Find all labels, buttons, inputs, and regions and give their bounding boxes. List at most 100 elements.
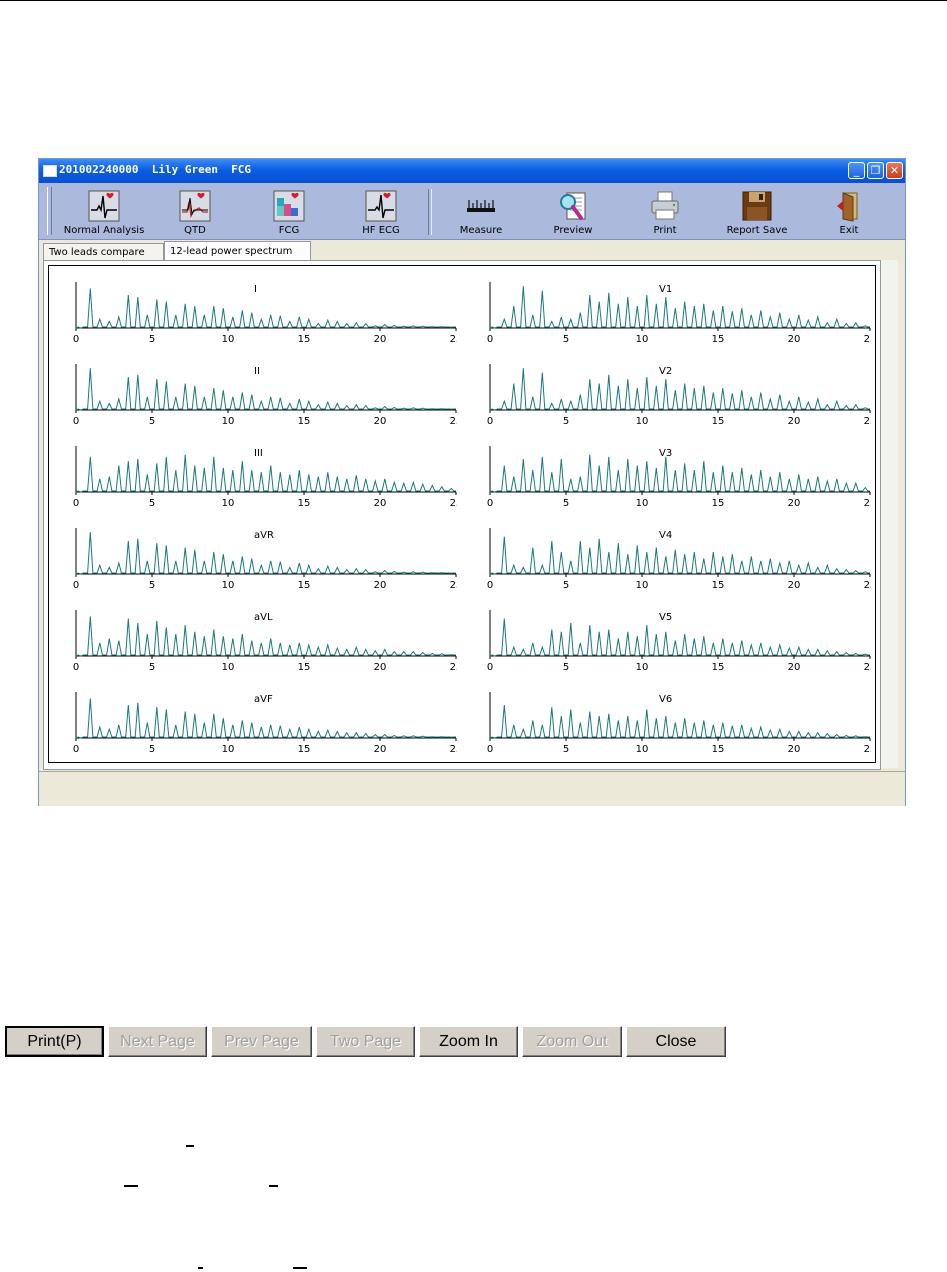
tool-label: QTD [184, 225, 206, 236]
lead-plot-avr: 0 5 10 15 20 25 aVR [59, 522, 457, 592]
vertical-scrollbar-track[interactable] [881, 260, 898, 768]
underline-mark [269, 1185, 278, 1187]
spectrum-panel: 0 5 10 15 20 25 I 0 5 10 15 20 25 V1 0 5 10 15 20 25 II 0 5 10 1… [43, 260, 881, 770]
x-tick-label: 0 [73, 416, 79, 427]
normal-analysis-button[interactable]: Normal Analysis [58, 187, 150, 239]
lead-name-label: V3 [659, 448, 673, 459]
x-tick-label: 25 [864, 334, 871, 345]
underline-mark [124, 1185, 138, 1187]
x-tick-label: 10 [636, 744, 649, 755]
title-bar[interactable]: 201002240000 Lily Green FCG _ ❐ ✕ [39, 159, 905, 183]
x-tick-label: 15 [298, 416, 311, 427]
lead-name-label: aVR [254, 530, 274, 541]
close-preview-button[interactable]: Close [626, 1026, 726, 1057]
print-p-button[interactable]: Print(P) [5, 1026, 104, 1057]
magnifier-document-icon [560, 192, 586, 220]
spectrum-line [489, 368, 870, 411]
lead-plot-v5: 0 5 10 15 20 25 V5 [473, 604, 871, 674]
x-tick-label: 15 [712, 580, 725, 591]
report-save-button[interactable]: Report Save [711, 187, 803, 239]
spectrum-line [489, 286, 870, 329]
x-tick-label: 5 [563, 416, 569, 427]
two-page-button[interactable]: Two Page [316, 1026, 415, 1057]
lead-plot-avf: 0 5 10 15 20 25 aVF [59, 686, 457, 756]
x-tick-label: 15 [298, 498, 311, 509]
lead-plot-v3: 0 5 10 15 20 25 V3 [473, 440, 871, 510]
x-tick-label: 5 [563, 662, 569, 673]
x-tick-label: 10 [222, 334, 235, 345]
x-tick-label: 10 [222, 580, 235, 591]
close-window-button[interactable]: ✕ [886, 162, 903, 179]
lead-plot-i: 0 5 10 15 20 25 I [59, 276, 457, 346]
fcg-button[interactable]: FCG [243, 187, 335, 239]
power-spectrum-chart: 0 5 10 15 20 25 I 0 5 10 15 20 25 V1 0 5 10 15 20 25 II 0 5 10 1… [48, 265, 876, 763]
x-tick-label: 0 [487, 662, 493, 673]
x-tick-label: 0 [487, 580, 493, 591]
tab-12-lead-power-spectrum[interactable]: 12-lead power spectrum [164, 241, 311, 261]
ecg-heart-icon [88, 190, 120, 222]
x-tick-label: 10 [636, 580, 649, 591]
lead-plot-v6: 0 5 10 15 20 25 V6 [473, 686, 871, 756]
x-tick-label: 0 [487, 744, 493, 755]
x-tick-label: 5 [563, 334, 569, 345]
preview-button[interactable]: Preview [527, 187, 619, 239]
x-tick-label: 25 [450, 744, 457, 755]
x-tick-label: 15 [712, 334, 725, 345]
print-button[interactable]: Print [619, 187, 711, 239]
x-tick-label: 20 [374, 744, 387, 755]
x-tick-label: 0 [73, 580, 79, 591]
qtd-button[interactable]: QTD [149, 187, 241, 239]
restore-button[interactable]: ❐ [867, 162, 884, 179]
lead-name-label: V6 [659, 694, 673, 705]
printer-icon [651, 191, 679, 220]
x-tick-label: 5 [149, 662, 155, 673]
zoom-out-button[interactable]: Zoom Out [522, 1026, 622, 1057]
page-top-rule [0, 0, 947, 1]
minimize-button[interactable]: _ [848, 162, 865, 179]
fcg-chart-icon [273, 190, 305, 222]
lead-name-label: aVL [254, 612, 273, 623]
x-tick-label: 10 [636, 662, 649, 673]
toolbar-separator [428, 189, 432, 235]
zoom-in-button[interactable]: Zoom In [419, 1026, 518, 1057]
lead-plot-v1: 0 5 10 15 20 25 V1 [473, 276, 871, 346]
lead-spectrum-svg: 0 5 10 15 20 25 [73, 282, 457, 345]
tab-two-leads-compare[interactable]: Two leads compare [43, 243, 164, 260]
next-page-button[interactable]: Next Page [108, 1026, 207, 1057]
measure-button[interactable]: Measure [435, 187, 527, 239]
underline-mark [186, 1145, 194, 1147]
x-tick-label: 15 [712, 498, 725, 509]
exit-button[interactable]: Exit [803, 187, 895, 239]
status-bar [39, 771, 905, 806]
x-tick-label: 20 [374, 334, 387, 345]
x-tick-label: 15 [712, 662, 725, 673]
spectrum-line [75, 368, 456, 411]
lead-name-label: V1 [659, 284, 673, 295]
x-tick-label: 20 [374, 416, 387, 427]
x-tick-label: 25 [450, 498, 457, 509]
hf-ecg-button[interactable]: HF ECG [335, 187, 427, 239]
x-tick-label: 25 [450, 416, 457, 427]
x-tick-label: 20 [788, 580, 801, 591]
x-tick-label: 10 [222, 416, 235, 427]
lead-plot-ii: 0 5 10 15 20 25 II [59, 358, 457, 428]
x-tick-label: 25 [450, 580, 457, 591]
toolbar-grip[interactable] [47, 187, 52, 235]
view-tabs: Two leads compare 12-lead power spectrum [39, 241, 905, 261]
x-tick-label: 20 [788, 416, 801, 427]
x-tick-label: 15 [712, 744, 725, 755]
x-tick-label: 0 [73, 662, 79, 673]
lead-plot-v4: 0 5 10 15 20 25 V4 [473, 522, 871, 592]
ruler-icon [467, 200, 495, 212]
x-tick-label: 15 [298, 662, 311, 673]
x-tick-label: 0 [73, 334, 79, 345]
lead-name-label: V4 [659, 530, 673, 541]
x-tick-label: 10 [222, 744, 235, 755]
prev-page-button[interactable]: Prev Page [211, 1026, 312, 1057]
x-tick-label: 5 [149, 498, 155, 509]
x-tick-label: 25 [450, 662, 457, 673]
x-tick-label: 20 [788, 498, 801, 509]
x-tick-label: 25 [864, 416, 871, 427]
x-tick-label: 0 [73, 498, 79, 509]
spectrum-line [75, 454, 456, 493]
